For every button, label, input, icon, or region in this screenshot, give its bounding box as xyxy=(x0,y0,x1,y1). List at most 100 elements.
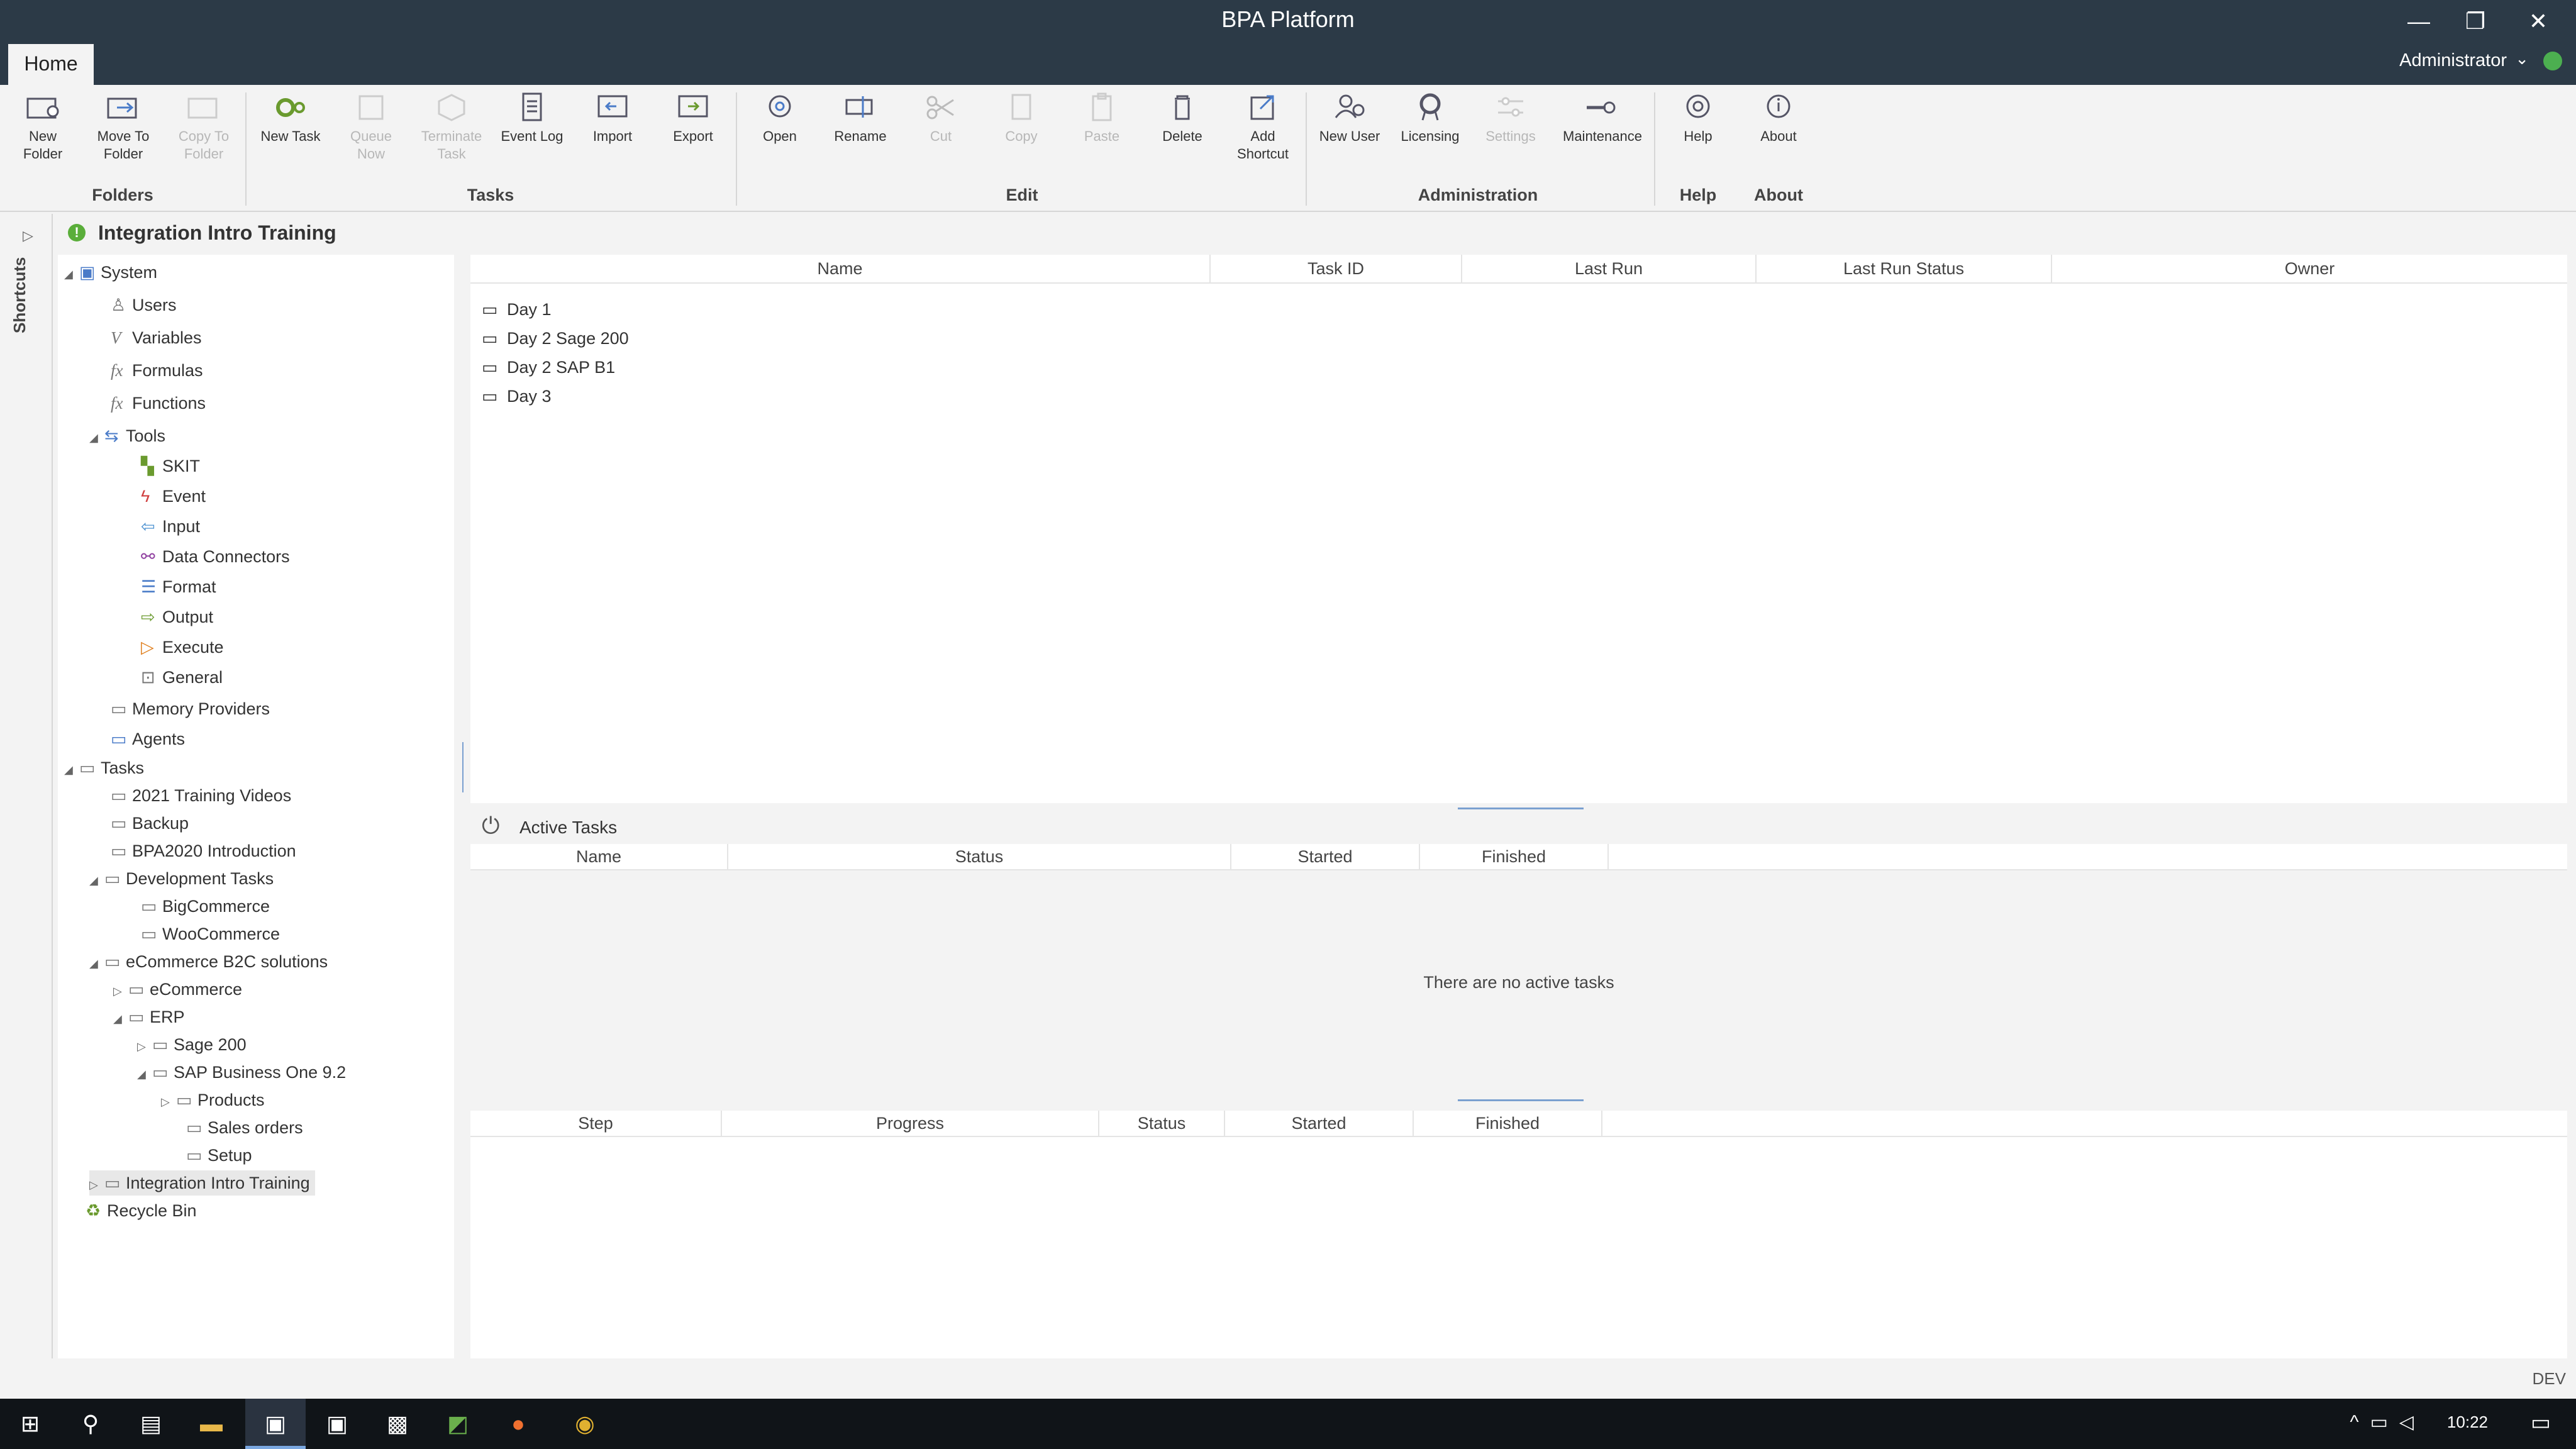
settings-button[interactable]: Settings xyxy=(1473,91,1548,145)
file-explorer-icon[interactable]: ▬ xyxy=(181,1399,242,1449)
task-view-icon[interactable]: ▤ xyxy=(121,1399,181,1449)
new-folder-button[interactable]: New Folder xyxy=(5,91,80,163)
column-header-started[interactable]: Started xyxy=(1231,844,1420,870)
move-to-folder-button[interactable]: Move To Folder xyxy=(86,91,161,163)
column-header-progress[interactable]: Progress xyxy=(722,1111,1099,1137)
tree-node-formulas[interactable]: fx Formulas xyxy=(111,358,203,383)
paste-button[interactable]: Paste xyxy=(1064,91,1140,145)
minimize-button[interactable]: — xyxy=(2394,5,2444,38)
windows-start-icon[interactable]: ⊞ xyxy=(0,1399,60,1449)
horizontal-splitter[interactable] xyxy=(1458,1099,1584,1101)
tree-node-development-tasks[interactable]: ◢ ▭ Development Tasks xyxy=(89,866,274,891)
tree-node-format[interactable]: ☰ Format xyxy=(141,574,216,599)
notification-icon[interactable]: ▭ xyxy=(2531,1410,2551,1435)
tab-home[interactable]: Home xyxy=(8,44,94,85)
new-user-button[interactable]: New User xyxy=(1312,91,1387,145)
queue-now-button[interactable]: Queue Now xyxy=(333,91,409,163)
app-icon[interactable]: ● xyxy=(488,1399,548,1449)
export-button[interactable]: Export xyxy=(655,91,731,145)
tree-node-users[interactable]: ♙ Users xyxy=(111,292,177,318)
column-header-finished[interactable]: Finished xyxy=(1414,1111,1602,1137)
expand-icon[interactable]: ▷ xyxy=(161,1089,176,1114)
column-header-step[interactable]: Step xyxy=(470,1111,722,1137)
power-icon[interactable]: ⏻ xyxy=(482,813,499,840)
copy-to-folder-button[interactable]: Copy To Folder xyxy=(166,91,242,163)
app-icon[interactable]: ▩ xyxy=(367,1399,428,1449)
add-shortcut-button[interactable]: Add Shortcut xyxy=(1225,91,1301,163)
tree-node-sage200[interactable]: ▷ ▭ Sage 200 xyxy=(137,1032,247,1057)
column-header-last-run[interactable]: Last Run xyxy=(1462,255,1757,284)
column-header-last-run-status[interactable]: Last Run Status xyxy=(1757,255,2052,284)
tree-node-tasks[interactable]: ◢ ▭ Tasks xyxy=(64,755,144,780)
system-tray[interactable]: ^▭◁ xyxy=(2350,1411,2426,1433)
tree-node-ecommerce-b2c[interactable]: ◢ ▭ eCommerce B2C solutions xyxy=(89,949,328,974)
tree-node-recycle-bin[interactable]: ♻ Recycle Bin xyxy=(86,1198,197,1223)
chevron-down-icon[interactable]: ⌄ xyxy=(2515,49,2529,69)
tree-node-setup[interactable]: ▭ Setup xyxy=(186,1143,252,1168)
collapse-icon[interactable]: ◢ xyxy=(64,262,79,287)
terminate-task-button[interactable]: Terminate Task xyxy=(414,91,489,163)
app-icon[interactable]: ◩ xyxy=(428,1399,488,1449)
bpa-platform-taskbar-icon[interactable]: ▣ xyxy=(245,1399,306,1449)
tree-node-tools[interactable]: ◢ ⇆ Tools xyxy=(89,423,165,448)
tree-node-execute[interactable]: ▷ Execute xyxy=(141,635,224,660)
expand-icon[interactable]: ▷ xyxy=(89,1172,104,1197)
maximize-button[interactable]: ❐ xyxy=(2450,5,2501,38)
tree-node-system[interactable]: ◢ ▣ System xyxy=(64,260,157,285)
clock[interactable]: 10:22 xyxy=(2447,1413,2488,1432)
tree-node-products[interactable]: ▷ ▭ Products xyxy=(161,1087,265,1113)
tree-node-memory-providers[interactable]: ▭ Memory Providers xyxy=(111,696,270,721)
tree-node-sap-b1[interactable]: ◢ ▭ SAP Business One 9.2 xyxy=(137,1060,346,1085)
expand-icon[interactable]: ▷ xyxy=(137,1034,152,1059)
column-header-finished[interactable]: Finished xyxy=(1420,844,1609,870)
delete-button[interactable]: Delete xyxy=(1145,91,1220,145)
licensing-button[interactable]: Licensing xyxy=(1392,91,1468,145)
copy-button[interactable]: Copy xyxy=(984,91,1059,145)
tree-node-variables[interactable]: V Variables xyxy=(111,325,202,350)
tree-node-sales-orders[interactable]: ▭ Sales orders xyxy=(186,1115,303,1140)
horizontal-splitter[interactable] xyxy=(1458,808,1584,809)
about-button[interactable]: About xyxy=(1741,91,1816,145)
tree-node-agents[interactable]: ▭ Agents xyxy=(111,726,185,752)
new-task-button[interactable]: New Task xyxy=(253,91,328,145)
table-row[interactable]: ▭ Day 3 xyxy=(482,382,552,410)
user-name[interactable]: Administrator xyxy=(2399,50,2507,71)
collapse-icon[interactable]: ◢ xyxy=(89,425,104,450)
column-header-started[interactable]: Started xyxy=(1225,1111,1414,1137)
collapse-icon[interactable]: ◢ xyxy=(64,757,79,782)
tree-node-output[interactable]: ⇨ Output xyxy=(141,604,213,630)
column-header-name[interactable]: Name xyxy=(470,255,1211,284)
expand-arrow-icon[interactable]: ▷ xyxy=(23,228,33,244)
vertical-splitter[interactable] xyxy=(462,742,464,792)
tree-node-backup[interactable]: ▭ Backup xyxy=(111,811,189,836)
tree-node-functions[interactable]: fx Functions xyxy=(111,391,206,416)
open-button[interactable]: Open xyxy=(742,91,818,145)
chrome-icon[interactable]: ◉ xyxy=(555,1399,615,1449)
maintenance-button[interactable]: Maintenance xyxy=(1563,91,1642,145)
tree-node-ecommerce[interactable]: ▷ ▭ eCommerce xyxy=(113,977,242,1002)
tree-node-bpa2020[interactable]: ▭ BPA2020 Introduction xyxy=(111,838,296,863)
collapse-icon[interactable]: ◢ xyxy=(137,1062,152,1087)
expand-icon[interactable]: ▷ xyxy=(113,979,128,1004)
collapse-icon[interactable]: ◢ xyxy=(89,951,104,976)
tree-node-training-videos[interactable]: ▭ 2021 Training Videos xyxy=(111,783,291,808)
tree-node-input[interactable]: ⇦ Input xyxy=(141,514,200,539)
tree-node-bigcommerce[interactable]: ▭ BigCommerce xyxy=(141,894,270,919)
collapse-icon[interactable]: ◢ xyxy=(113,1006,128,1031)
column-header-name[interactable]: Name xyxy=(470,844,728,870)
tree-node-data-connectors[interactable]: ⚯ Data Connectors xyxy=(141,544,290,569)
user-avatar-icon[interactable] xyxy=(2543,52,2562,70)
shortcuts-bar[interactable]: ▷ Shortcuts xyxy=(0,214,53,1358)
table-row[interactable]: ▭ Day 2 Sage 200 xyxy=(482,325,629,352)
rename-button[interactable]: Rename xyxy=(823,91,898,145)
table-row[interactable]: ▭ Day 2 SAP B1 xyxy=(482,353,615,381)
app-icon[interactable]: ▣ xyxy=(307,1399,367,1449)
close-button[interactable]: ✕ xyxy=(2513,5,2563,38)
tree-node-woocommerce[interactable]: ▭ WooCommerce xyxy=(141,921,280,947)
column-header-status[interactable]: Status xyxy=(1099,1111,1225,1137)
tree-node-skit[interactable]: ▚ SKIT xyxy=(141,453,200,479)
tree-node-event[interactable]: ϟ Event xyxy=(141,484,206,509)
search-icon[interactable]: ⚲ xyxy=(60,1399,121,1449)
import-button[interactable]: Import xyxy=(575,91,650,145)
column-header-owner[interactable]: Owner xyxy=(2052,255,2567,284)
